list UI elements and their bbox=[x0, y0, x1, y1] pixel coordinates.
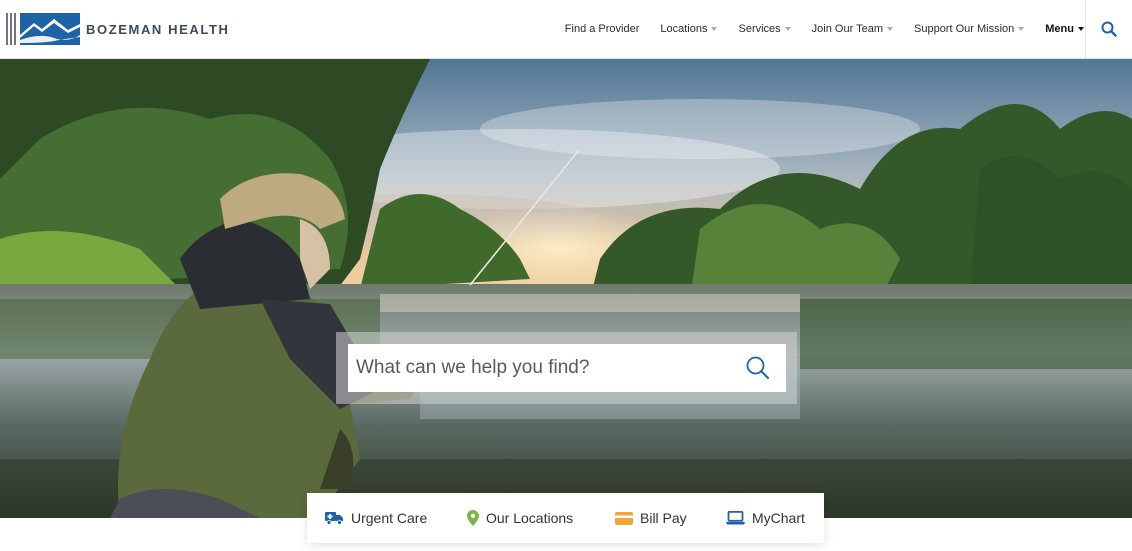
caret-down-icon bbox=[711, 27, 718, 31]
nav-join-our-team[interactable]: Join Our Team bbox=[812, 23, 893, 35]
nav-support-our-mission[interactable]: Support Our Mission bbox=[914, 23, 1025, 35]
caret-down-icon bbox=[784, 27, 791, 31]
brand-name: BOZEMAN HEALTH bbox=[86, 21, 230, 37]
quick-link-urgent-care[interactable]: Urgent Care bbox=[325, 493, 427, 543]
nav-locations[interactable]: Locations bbox=[660, 23, 718, 35]
header-search-button[interactable] bbox=[1085, 0, 1132, 58]
site-header: BOZEMAN HEALTH Find a Provider Locations… bbox=[0, 0, 1132, 59]
quick-link-our-locations[interactable]: Our Locations bbox=[467, 493, 573, 543]
nav-item-label: Locations bbox=[660, 23, 708, 35]
quick-link-label: Our Locations bbox=[486, 510, 574, 526]
hero-banner bbox=[0, 59, 1132, 518]
quick-link-label: Urgent Care bbox=[351, 510, 428, 526]
quick-link-label: Bill Pay bbox=[640, 510, 687, 526]
caret-down-icon bbox=[1078, 27, 1084, 31]
nav-services[interactable]: Services bbox=[738, 23, 791, 35]
hero-search-button[interactable] bbox=[730, 344, 786, 392]
quick-links-bar: Urgent Care Our Locations Bill Pay MyCha… bbox=[307, 493, 824, 543]
credit-card-icon bbox=[615, 511, 633, 525]
laptop-icon bbox=[726, 511, 745, 525]
quick-link-bill-pay[interactable]: Bill Pay bbox=[615, 493, 687, 543]
map-pin-icon bbox=[467, 510, 479, 526]
logo-mountain-icon bbox=[20, 13, 80, 45]
search-icon bbox=[746, 356, 769, 379]
quick-link-label: MyChart bbox=[752, 510, 805, 526]
hero-search-panel bbox=[336, 332, 797, 404]
nav-item-label: Join Our Team bbox=[811, 23, 883, 35]
brand-logo[interactable]: BOZEMAN HEALTH bbox=[6, 13, 229, 45]
nav-item-label: Support Our Mission bbox=[914, 23, 1015, 35]
search-icon bbox=[1101, 21, 1117, 37]
menu-label: Menu bbox=[1045, 23, 1074, 35]
logo-stripes bbox=[6, 13, 18, 45]
nav-item-label: Find a Provider bbox=[564, 23, 640, 35]
hero-image bbox=[0, 59, 1132, 518]
menu-button[interactable]: Menu bbox=[1045, 23, 1084, 35]
caret-down-icon bbox=[887, 27, 893, 31]
quick-link-mychart[interactable]: MyChart bbox=[726, 493, 805, 543]
hero-search-input[interactable] bbox=[348, 344, 730, 392]
ambulance-icon bbox=[325, 511, 344, 525]
nav-item-label: Services bbox=[738, 23, 781, 35]
main-nav: Find a Provider Locations Services Join … bbox=[565, 0, 1084, 58]
caret-down-icon bbox=[1018, 27, 1025, 31]
nav-find-a-provider[interactable]: Find a Provider bbox=[565, 23, 640, 35]
hero-search-box bbox=[348, 344, 786, 392]
